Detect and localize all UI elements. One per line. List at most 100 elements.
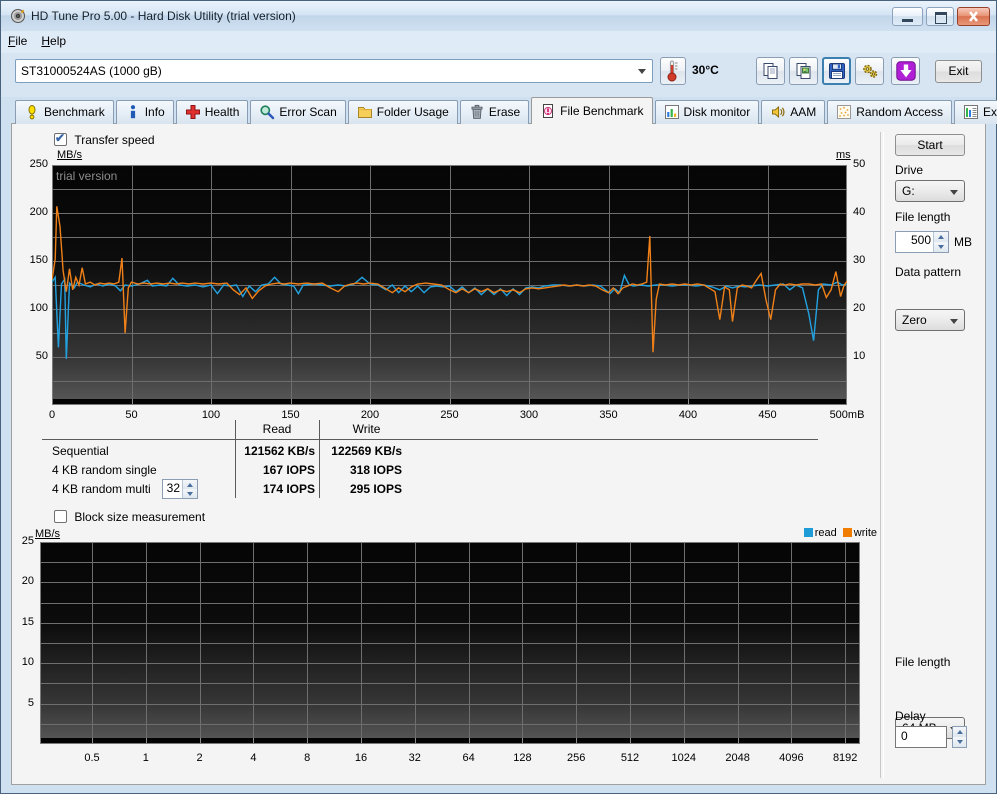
- stepper-down-icon[interactable]: [934, 242, 948, 252]
- tick-label: 15: [12, 616, 34, 628]
- error-scan-icon: [259, 104, 275, 120]
- trial-watermark: trial version: [56, 169, 117, 183]
- tick-label: 30: [853, 254, 883, 266]
- menubar: FileHelp: [1, 31, 996, 53]
- checkbox-icon: ✔: [54, 133, 67, 146]
- panel-divider: [880, 132, 884, 778]
- info-icon: [125, 104, 141, 120]
- data-pattern-select[interactable]: Zero: [895, 309, 965, 331]
- copy-button[interactable]: [756, 57, 785, 85]
- file-benchmark-page: ✔ Transfer speed MB/s ms trial version R…: [11, 123, 986, 785]
- drive-select[interactable]: ST31000524AS (1000 gB): [15, 59, 653, 83]
- tick-label: 150: [18, 254, 48, 266]
- data-pattern-label: Data pattern: [895, 265, 961, 279]
- checkbox-icon: [54, 510, 67, 523]
- tick-label: 500mB: [817, 409, 877, 421]
- tab-error-scan[interactable]: Error Scan: [250, 100, 345, 124]
- chevron-down-icon: [950, 190, 958, 195]
- tab-aam[interactable]: AAM: [761, 100, 825, 124]
- save-icon: [827, 61, 847, 81]
- tab-random-access[interactable]: Random Access: [827, 100, 952, 124]
- tick-label: 10: [12, 656, 34, 668]
- tab-extra-tests[interactable]: Extra tests: [954, 100, 997, 124]
- block-size-chart: [40, 542, 860, 744]
- tick-label: 50: [853, 158, 883, 170]
- tab-disk-monitor[interactable]: Disk monitor: [655, 100, 760, 124]
- tick-label: 512: [600, 752, 660, 764]
- tab-folder-usage[interactable]: Folder Usage: [348, 100, 458, 124]
- tick-label: 150: [261, 409, 321, 421]
- chart1-y2-unit: ms: [836, 149, 851, 161]
- tick-label: 128: [492, 752, 552, 764]
- tick-label: 16: [331, 752, 391, 764]
- tick-label: 2: [170, 752, 230, 764]
- read-column-header: Read: [235, 422, 319, 436]
- chevron-down-icon: [638, 69, 646, 74]
- legend-item-write: write: [843, 527, 877, 539]
- extra-tests-icon: [963, 104, 979, 120]
- block-size-checkbox[interactable]: Block size measurement: [54, 510, 205, 526]
- stepper-down-icon[interactable]: [953, 737, 966, 747]
- start-button[interactable]: Start: [895, 134, 965, 156]
- tick-label: 4: [223, 752, 283, 764]
- transfer-speed-checkbox[interactable]: ✔ Transfer speed: [54, 133, 155, 149]
- tab-erase[interactable]: Erase: [460, 100, 529, 124]
- tab-info[interactable]: Info: [116, 100, 174, 124]
- tick-label: 350: [579, 409, 639, 421]
- tick-label: 5: [12, 697, 34, 709]
- tick-label: 1024: [654, 752, 714, 764]
- chevron-down-icon: [950, 319, 958, 324]
- copy-image-icon: [794, 61, 814, 81]
- temperature-button[interactable]: [660, 57, 686, 85]
- target-drive-select[interactable]: G:: [895, 180, 965, 202]
- app-icon: [10, 8, 26, 27]
- tick-label: 4096: [761, 752, 821, 764]
- stepper-up-icon[interactable]: [934, 232, 948, 242]
- tab-benchmark[interactable]: Benchmark: [15, 100, 114, 124]
- result-read-value: 167 IOPS: [42, 463, 315, 477]
- legend-swatch-icon: [804, 528, 813, 537]
- result-write-value: 318 IOPS: [327, 463, 402, 477]
- menu-item-help[interactable]: Help: [34, 31, 73, 51]
- file-length-unit: MB: [954, 235, 972, 249]
- download-button[interactable]: [891, 57, 920, 85]
- maximize-button[interactable]: [926, 7, 954, 26]
- stepper-up-icon[interactable]: [953, 727, 966, 737]
- menu-item-file[interactable]: File: [1, 31, 34, 51]
- delay-stepper[interactable]: [952, 726, 967, 748]
- tick-label: 50: [18, 350, 48, 362]
- options-icon: [860, 61, 880, 81]
- toolbar: ST31000524AS (1000 gB) 30°C Exit: [1, 53, 996, 97]
- app-window: HD Tune Pro 5.00 - Hard Disk Utility (tr…: [0, 0, 997, 794]
- copy-image-button[interactable]: [789, 57, 818, 85]
- options-button[interactable]: [855, 57, 884, 85]
- tick-label: 200: [18, 206, 48, 218]
- file-benchmark-icon: [540, 103, 556, 119]
- tick-label: 100: [181, 409, 241, 421]
- drive-select-value: ST31000524AS (1000 gB): [21, 64, 162, 78]
- delay-input[interactable]: 0: [895, 726, 947, 748]
- chart1-y-unit: MB/s: [57, 149, 82, 161]
- tick-label: 250: [420, 409, 480, 421]
- tick-label: 20: [12, 575, 34, 587]
- file-length2-label: File length: [895, 655, 950, 669]
- download-icon: [896, 61, 916, 81]
- close-button[interactable]: [957, 7, 990, 26]
- save-button[interactable]: [822, 57, 851, 85]
- write-column-header: Write: [319, 422, 414, 436]
- minimize-icon: [902, 19, 913, 22]
- tab-file-benchmark[interactable]: File Benchmark: [531, 97, 652, 124]
- minimize-button[interactable]: [892, 7, 923, 26]
- result-write-value: 295 IOPS: [327, 482, 402, 496]
- data-pattern-value: Zero: [902, 313, 927, 327]
- exit-button[interactable]: Exit: [935, 60, 982, 83]
- tick-label: 8: [277, 752, 337, 764]
- file-length-stepper[interactable]: 500: [895, 231, 949, 253]
- block-size-label: Block size measurement: [74, 510, 205, 524]
- tab-health[interactable]: Health: [176, 100, 249, 124]
- tick-label: 20: [853, 302, 883, 314]
- legend-swatch-icon: [843, 528, 852, 537]
- tick-label: 0.5: [62, 752, 122, 764]
- results-table: Read Write Sequential121562 KB/s122569 K…: [42, 420, 822, 500]
- result-read-value: 121562 KB/s: [42, 444, 315, 458]
